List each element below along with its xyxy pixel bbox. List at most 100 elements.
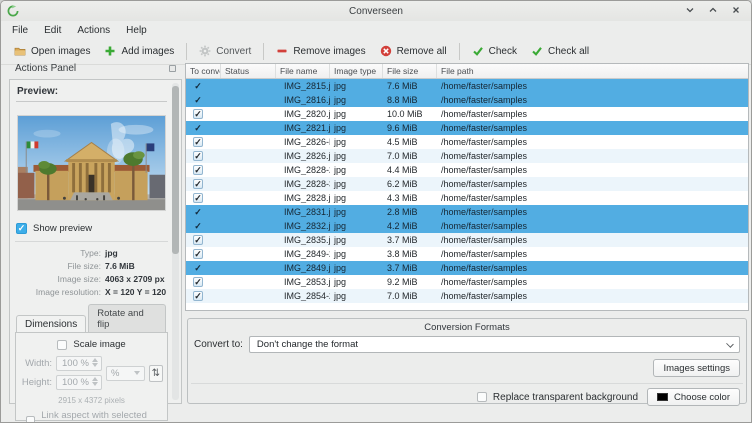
row-checkbox[interactable]: ✓ bbox=[193, 277, 203, 287]
checkbox-unchecked-icon bbox=[57, 340, 67, 350]
row-checkbox[interactable]: ✓ bbox=[193, 137, 203, 147]
table-row[interactable]: ✓ IMG_2835.jpg jpg 3.7 MiB /home/faster/… bbox=[186, 233, 748, 247]
replace-background-label: Replace transparent background bbox=[493, 392, 638, 403]
cell-file-size: 10.0 MiB bbox=[383, 109, 437, 119]
images-settings-button[interactable]: Images settings bbox=[653, 359, 740, 377]
spinner-arrows-icon bbox=[92, 377, 98, 386]
row-checkbox[interactable]: ✓ bbox=[193, 95, 203, 105]
check-icon bbox=[472, 45, 484, 57]
replace-background-checkbox[interactable]: Replace transparent background bbox=[477, 392, 638, 403]
row-checkbox[interactable]: ✓ bbox=[193, 263, 203, 273]
scrollbar-thumb[interactable] bbox=[172, 86, 179, 254]
cell-file-size: 4.5 MiB bbox=[383, 137, 437, 147]
column-to-convert[interactable]: To convert bbox=[186, 64, 221, 78]
minimize-icon[interactable] bbox=[684, 4, 695, 15]
height-stepper[interactable]: 100 % bbox=[56, 375, 102, 390]
unit-select[interactable]: % bbox=[106, 366, 145, 381]
cell-file-size: 9.2 MiB bbox=[383, 277, 437, 287]
table-row[interactable]: ✓ IMG_2828.jpg jpg 4.3 MiB /home/faster/… bbox=[186, 191, 748, 205]
row-checkbox[interactable]: ✓ bbox=[193, 81, 203, 91]
width-label: Width: bbox=[20, 358, 52, 369]
checkbox-checked-icon: ✓ bbox=[16, 223, 27, 234]
cell-file-size: 9.6 MiB bbox=[383, 123, 437, 133]
pixels-note: 2915 x 4372 pixels bbox=[20, 396, 163, 405]
table-row[interactable]: ✓ IMG_2854-2.jpg jpg 7.0 MiB /home/faste… bbox=[186, 289, 748, 303]
table-row[interactable]: ✓ IMG_2815.jpg jpg 7.6 MiB /home/faster/… bbox=[186, 79, 748, 93]
gear-icon bbox=[199, 45, 211, 57]
scale-image-checkbox[interactable]: Scale image bbox=[20, 339, 163, 350]
table-row[interactable]: ✓ IMG_2821.jpg jpg 9.6 MiB /home/faster/… bbox=[186, 121, 748, 135]
menu-file[interactable]: File bbox=[5, 23, 35, 38]
check-button[interactable]: Check bbox=[465, 42, 524, 60]
cell-file-name: IMG_2832.jpg bbox=[276, 221, 330, 231]
table-row[interactable]: ✓ IMG_2849.jpg jpg 3.7 MiB /home/faster/… bbox=[186, 261, 748, 275]
convert-button[interactable]: Convert bbox=[192, 42, 258, 60]
app-icon bbox=[7, 5, 19, 17]
conversion-formats-group: Conversion Formats Convert to: Don't cha… bbox=[187, 318, 747, 404]
remove-images-button[interactable]: Remove images bbox=[269, 42, 372, 60]
show-preview-checkbox[interactable]: ✓ Show preview bbox=[16, 223, 167, 234]
row-checkbox[interactable]: ✓ bbox=[193, 249, 203, 259]
menu-edit[interactable]: Edit bbox=[37, 23, 68, 38]
format-select[interactable]: Don't change the format bbox=[249, 336, 740, 353]
cell-file-path: /home/faster/samples bbox=[437, 291, 748, 301]
cell-file-size: 3.8 MiB bbox=[383, 249, 437, 259]
dock-float-icon[interactable] bbox=[169, 65, 176, 72]
column-status[interactable]: Status bbox=[221, 64, 276, 78]
remove-all-label: Remove all bbox=[397, 46, 447, 57]
row-checkbox[interactable]: ✓ bbox=[193, 207, 203, 217]
row-checkbox[interactable]: ✓ bbox=[193, 123, 203, 133]
row-checkbox[interactable]: ✓ bbox=[193, 109, 203, 119]
add-images-button[interactable]: Add images bbox=[97, 42, 181, 60]
column-file-size[interactable]: File size bbox=[383, 64, 437, 78]
table-row[interactable]: ✓ IMG_2820.jpg jpg 10.0 MiB /home/faster… bbox=[186, 107, 748, 121]
cell-file-name: IMG_2821.jpg bbox=[276, 123, 330, 133]
column-file-path[interactable]: File path bbox=[437, 64, 748, 78]
row-checkbox[interactable]: ✓ bbox=[193, 165, 203, 175]
cell-image-type: jpg bbox=[330, 95, 383, 105]
column-image-type[interactable]: Image type bbox=[330, 64, 383, 78]
table-row[interactable]: ✓ IMG_2849-2.jpg jpg 3.8 MiB /home/faste… bbox=[186, 247, 748, 261]
table-row[interactable]: ✓ IMG_2816.jpg jpg 8.8 MiB /home/faster/… bbox=[186, 93, 748, 107]
converseen-window: Converseen File Edit Actions Help Open i… bbox=[0, 0, 752, 423]
table-row[interactable]: ✓ IMG_2853.jpg jpg 9.2 MiB /home/faster/… bbox=[186, 275, 748, 289]
menu-actions[interactable]: Actions bbox=[70, 23, 117, 38]
column-file-name[interactable]: File name bbox=[276, 64, 330, 78]
link-aspect-checkbox[interactable]: Link aspect with selected image bbox=[20, 410, 163, 423]
actions-panel-title: Actions Panel bbox=[15, 63, 169, 74]
menu-help[interactable]: Help bbox=[119, 23, 154, 38]
cell-image-type: jpg bbox=[330, 81, 383, 91]
cell-file-path: /home/faster/samples bbox=[437, 165, 748, 175]
check-all-button[interactable]: Check all bbox=[524, 42, 596, 60]
cell-file-name: IMG_2853.jpg bbox=[276, 277, 330, 287]
table-row[interactable]: ✓ IMG_2826-Mo... jpg 4.5 MiB /home/faste… bbox=[186, 135, 748, 149]
maximize-icon[interactable] bbox=[707, 4, 718, 15]
cell-file-name: IMG_2854-2.jpg bbox=[276, 291, 330, 301]
tab-dimensions[interactable]: Dimensions bbox=[16, 315, 86, 333]
row-checkbox[interactable]: ✓ bbox=[193, 151, 203, 161]
cell-file-path: /home/faster/samples bbox=[437, 207, 748, 217]
swap-dimensions-button[interactable]: ⇅ bbox=[149, 365, 163, 382]
toolbar-separator bbox=[263, 43, 264, 60]
close-icon[interactable] bbox=[730, 4, 741, 15]
image-info: Type: jpg File size: 7.6 MiB Image size:… bbox=[15, 248, 168, 297]
row-checkbox[interactable]: ✓ bbox=[193, 179, 203, 189]
open-images-button[interactable]: Open images bbox=[7, 42, 97, 60]
table-row[interactable]: ✓ IMG_2831.jpg jpg 2.8 MiB /home/faster/… bbox=[186, 205, 748, 219]
table-row[interactable]: ✓ IMG_2832.jpg jpg 4.2 MiB /home/faster/… bbox=[186, 219, 748, 233]
scale-image-label: Scale image bbox=[73, 339, 125, 350]
check-all-icon bbox=[531, 45, 543, 57]
table-row[interactable]: ✓ IMG_2826.jpg jpg 7.0 MiB /home/faster/… bbox=[186, 149, 748, 163]
remove-all-button[interactable]: Remove all bbox=[373, 42, 454, 60]
row-checkbox[interactable]: ✓ bbox=[193, 221, 203, 231]
width-stepper[interactable]: 100 % bbox=[56, 356, 102, 371]
row-checkbox[interactable]: ✓ bbox=[193, 291, 203, 301]
panel-scrollbar[interactable] bbox=[172, 83, 179, 400]
table-row[interactable]: ✓ IMG_2828-3.jpg jpg 6.2 MiB /home/faste… bbox=[186, 177, 748, 191]
table-row[interactable]: ✓ IMG_2828-2.jpg jpg 4.4 MiB /home/faste… bbox=[186, 163, 748, 177]
choose-color-button[interactable]: Choose color bbox=[647, 388, 740, 406]
row-checkbox[interactable]: ✓ bbox=[193, 193, 203, 203]
row-checkbox[interactable]: ✓ bbox=[193, 235, 203, 245]
minus-icon bbox=[276, 45, 288, 57]
tab-rotate-and-flip[interactable]: Rotate and flip bbox=[88, 304, 166, 333]
